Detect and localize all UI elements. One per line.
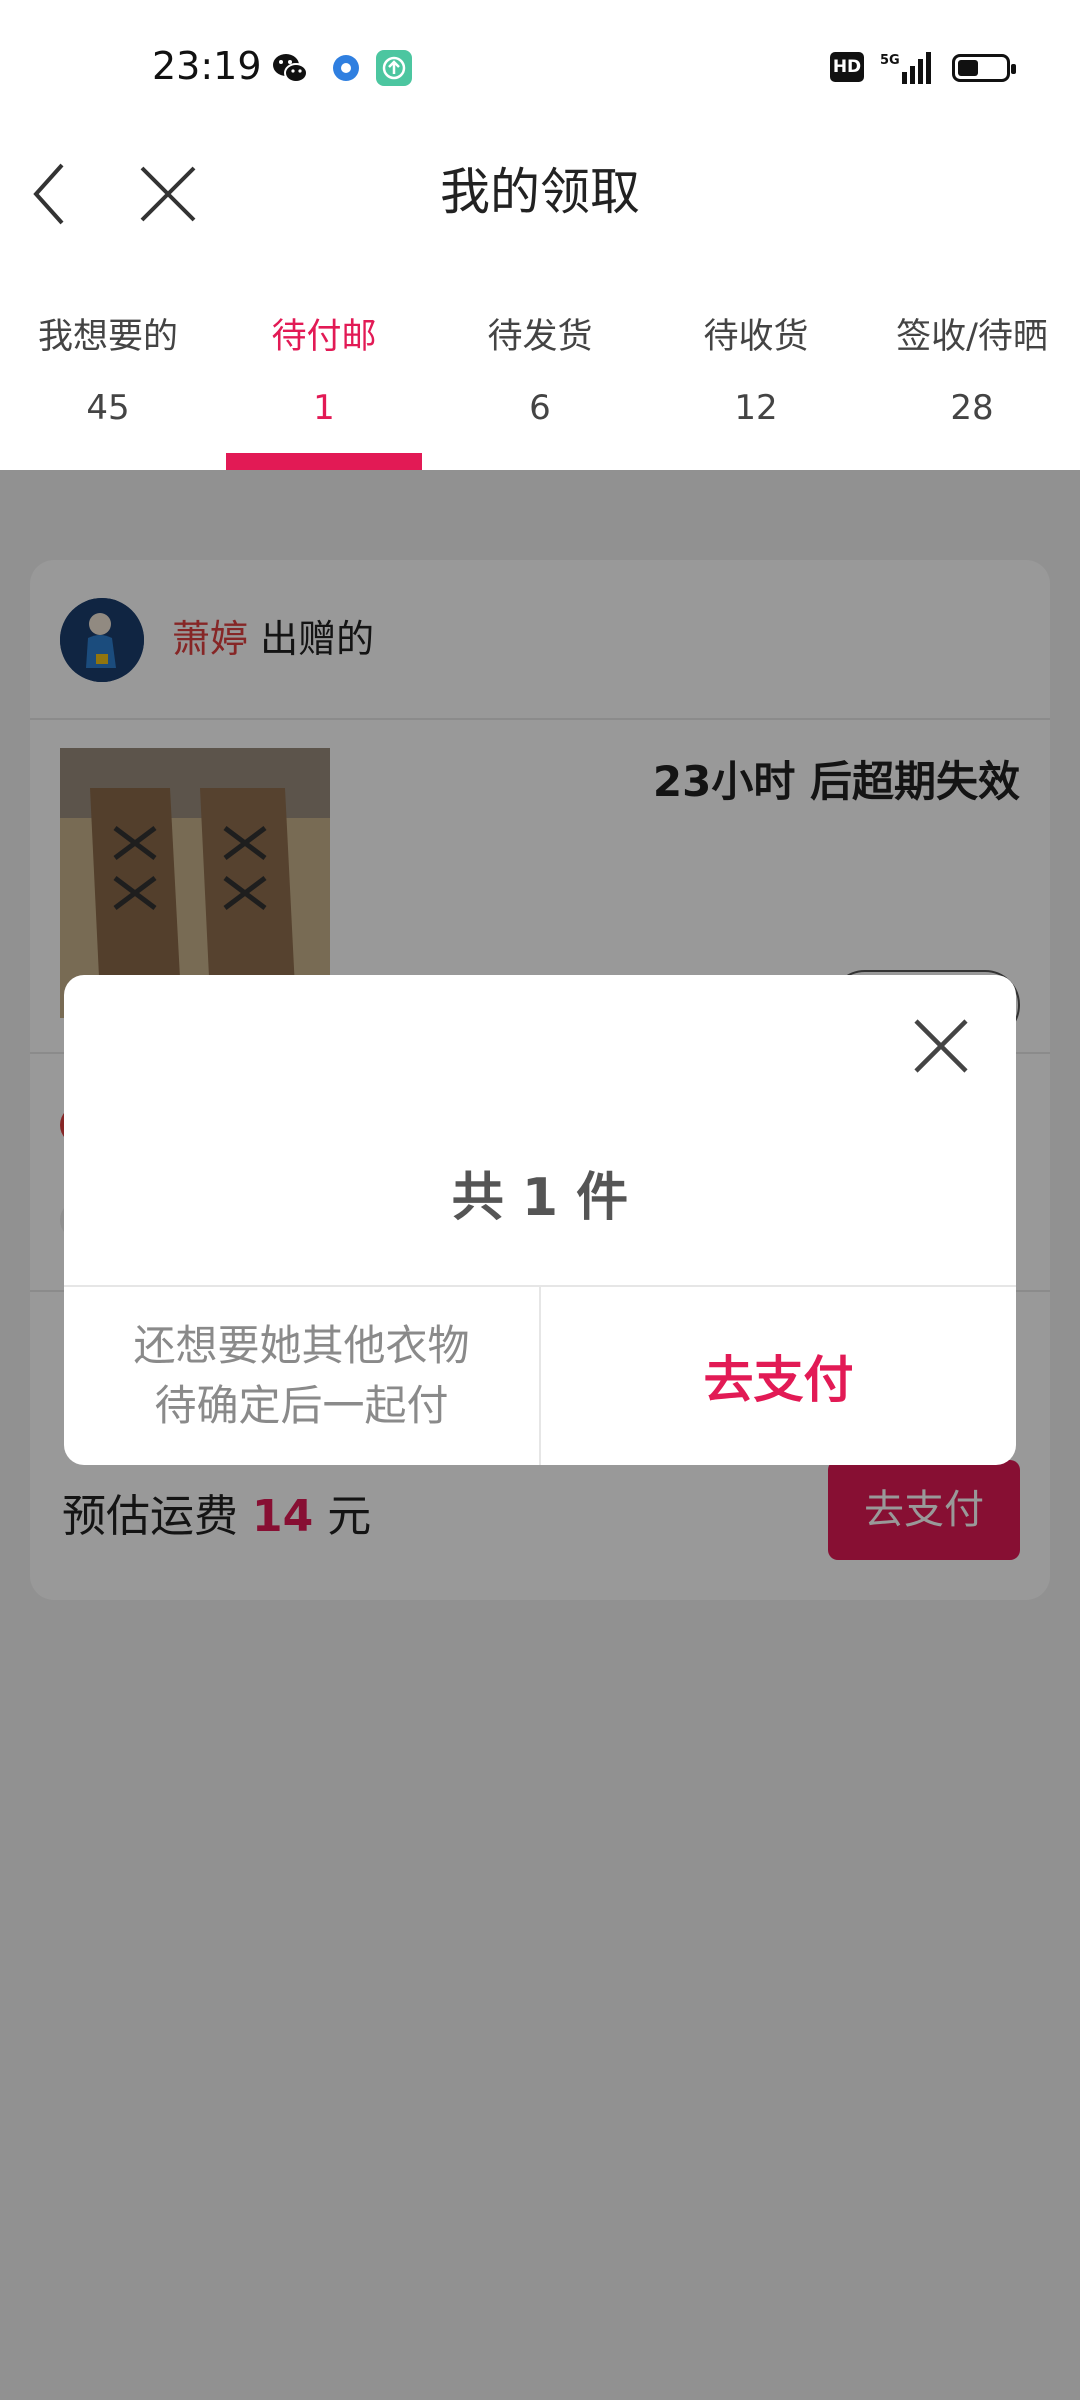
tab-signed-review[interactable]: 签收/待晒 28 (864, 290, 1080, 470)
wait-line-1: 还想要她其他衣物 (133, 1321, 470, 1370)
wait-combine-button[interactable]: 还想要她其他衣物 待确定后一起付 (64, 1287, 539, 1465)
battery-icon (952, 54, 1016, 82)
app-notification-icon (333, 55, 359, 81)
tab-count: 6 (529, 388, 551, 428)
item-count-title: 共 1 件 (451, 1168, 629, 1228)
hd-badge: HD (830, 52, 864, 82)
tab-count: 12 (734, 388, 778, 428)
active-tab-indicator (226, 453, 422, 470)
wechat-icon (273, 54, 308, 83)
tab-wanted[interactable]: 我想要的 45 (0, 290, 216, 470)
tab-label: 待付邮 (271, 317, 377, 357)
signal-icon: 5G (880, 52, 931, 84)
tab-label: 签收/待晒 (896, 317, 1048, 357)
close-icon[interactable] (906, 1011, 976, 1081)
tab-count: 28 (950, 388, 994, 428)
status-bar: 23:19 HD 5G (0, 0, 1080, 140)
tab-label: 我想要的 (37, 317, 178, 357)
tab-pending-shipment[interactable]: 待发货 6 (432, 290, 648, 470)
tab-label: 待发货 (487, 317, 593, 357)
go-pay-button[interactable]: 去支付 (541, 1287, 1016, 1465)
tab-count: 45 (86, 388, 130, 428)
status-time: 23:19 (152, 44, 262, 88)
tab-pending-receipt[interactable]: 待收货 12 (648, 290, 864, 470)
page-title: 我的领取 (440, 163, 640, 221)
status-tabs: 我想要的 45 待付邮 1 待发货 6 待收货 12 签收/待晒 28 (0, 290, 1080, 470)
svg-text:5G: 5G (880, 53, 900, 68)
upload-app-icon (376, 50, 412, 86)
tab-label: 待收货 (703, 317, 809, 357)
wait-line-2: 待确定后一起付 (154, 1381, 449, 1430)
tab-pending-postage[interactable]: 待付邮 1 (216, 290, 432, 470)
tab-count: 1 (313, 388, 335, 428)
nav-header: 我的领取 (0, 140, 1080, 290)
payment-dialog: 共 1 件 还想要她其他衣物 待确定后一起付 去支付 (64, 975, 1016, 1465)
